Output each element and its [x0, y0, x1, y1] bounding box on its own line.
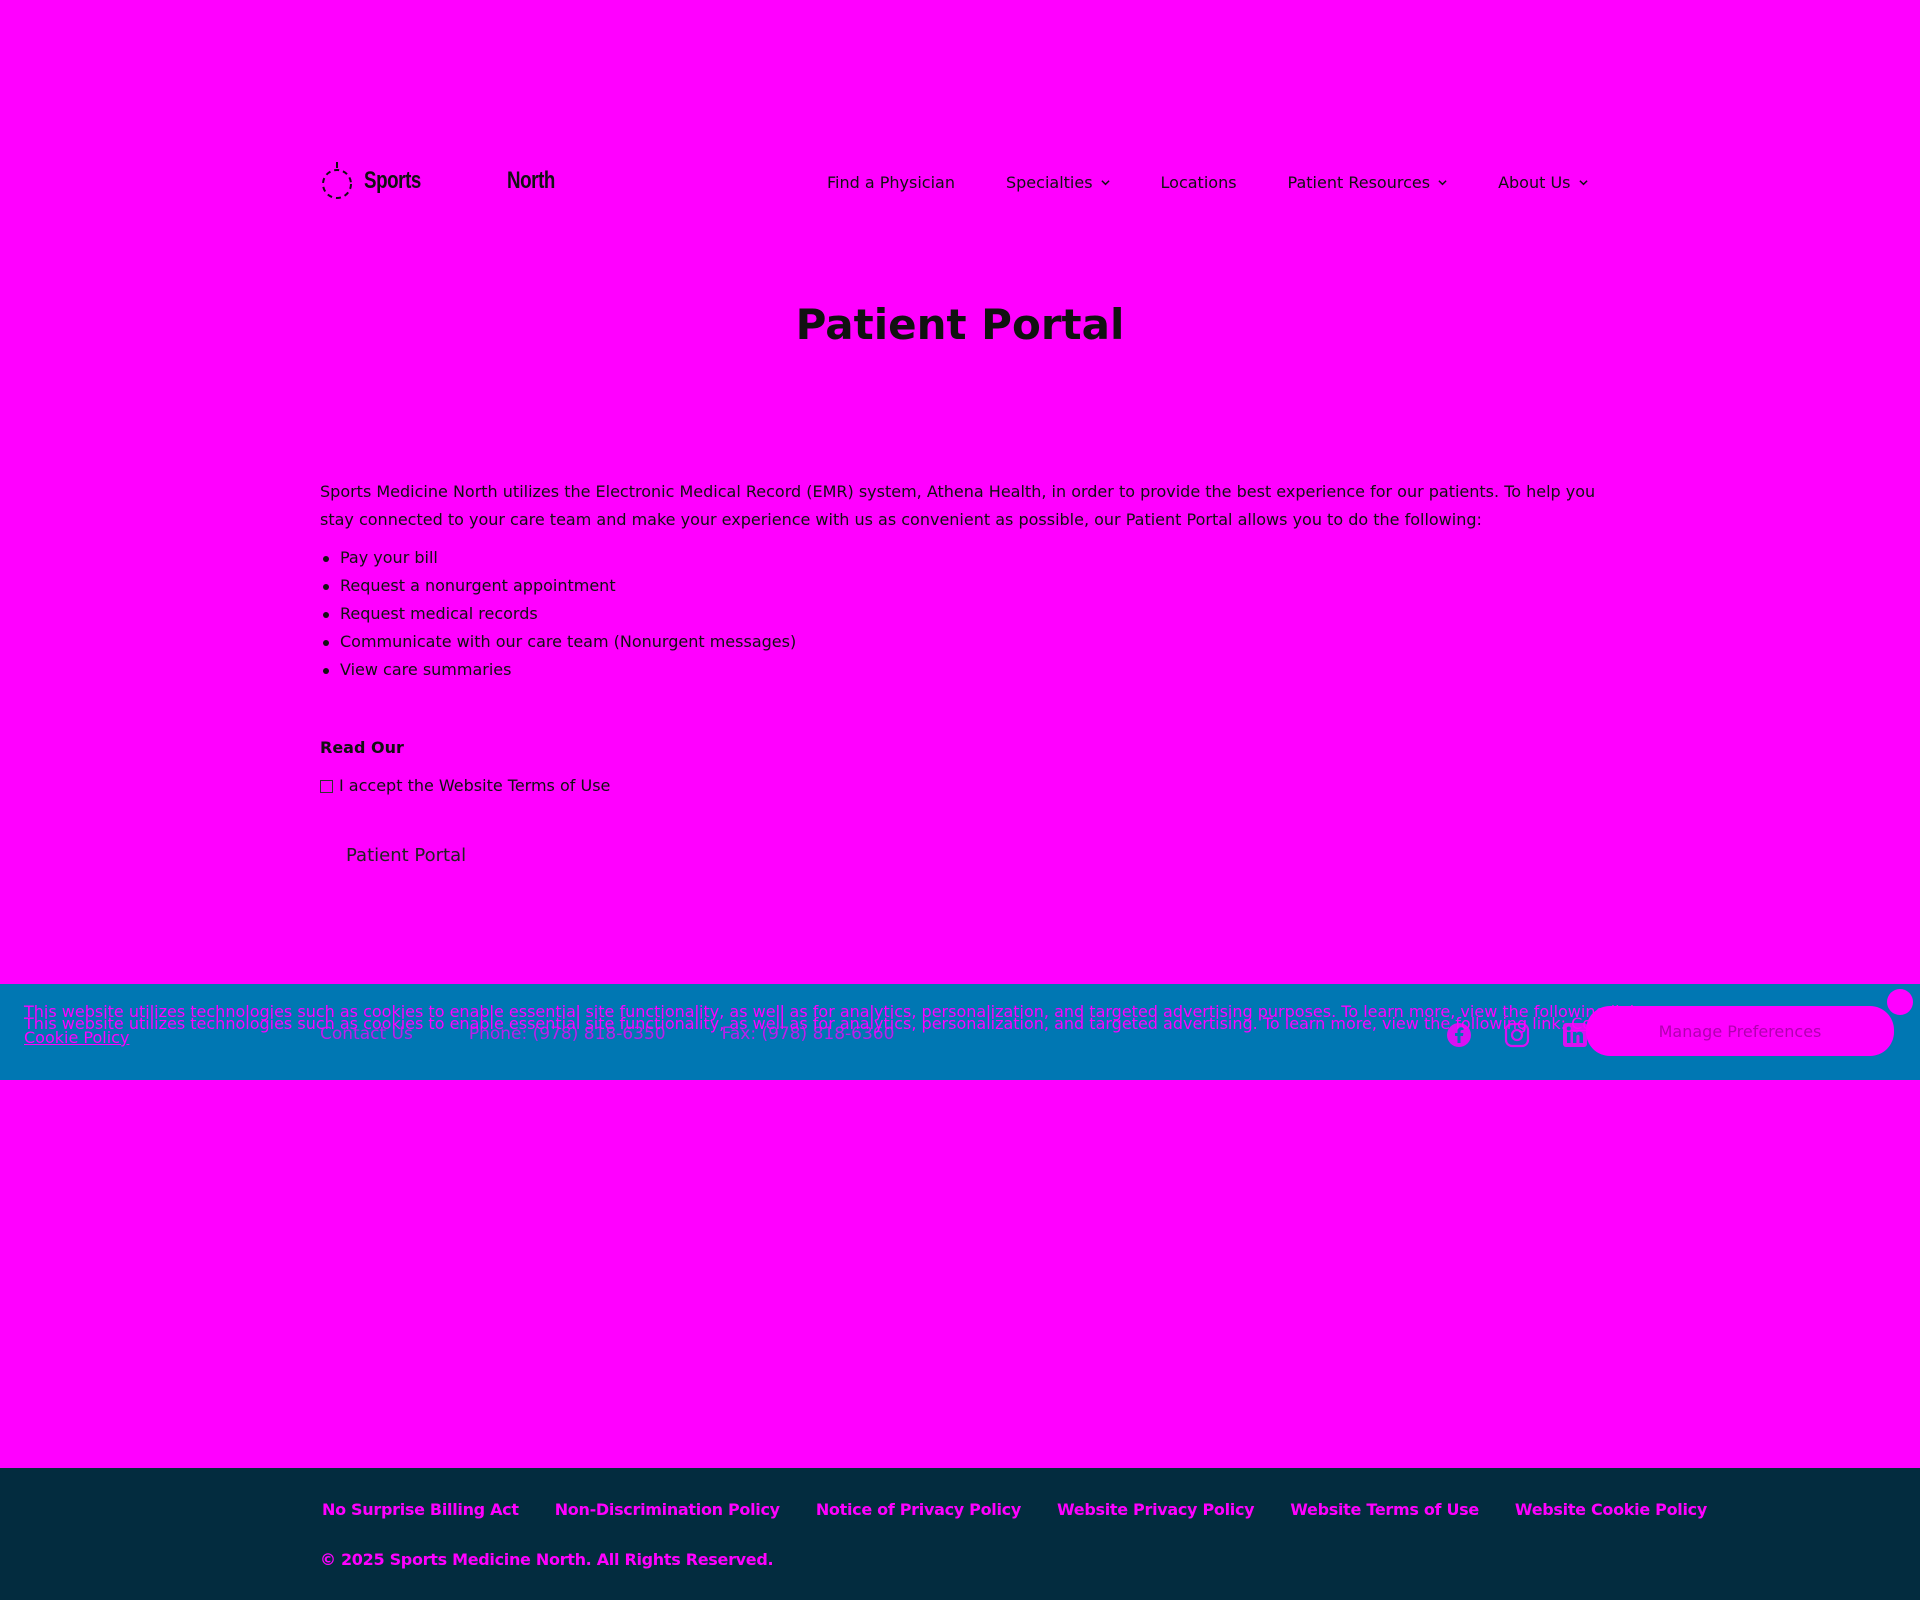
nav-item-patient-resources[interactable]: Patient Resources: [1288, 173, 1448, 192]
nav-item-specialties[interactable]: Specialties: [1006, 173, 1110, 192]
terms-accept-row: I accept the Website Terms of Use: [320, 772, 1600, 800]
footer-link-website-privacy[interactable]: Website Privacy Policy: [1057, 1500, 1255, 1519]
nav-item-label: About Us: [1498, 172, 1571, 192]
footer-link-non-discrimination[interactable]: Non-Discrimination Policy: [555, 1500, 780, 1519]
footer-link-terms-of-use[interactable]: Website Terms of Use: [1290, 1500, 1479, 1519]
chevron-down-icon: [1100, 179, 1110, 185]
chevron-down-icon: [1578, 179, 1588, 185]
manage-preferences-button[interactable]: Manage Preferences: [1586, 1006, 1894, 1056]
close-icon[interactable]: [1887, 989, 1913, 1015]
nav-item-find-physician[interactable]: Find a Physician: [827, 173, 955, 192]
nav-item-label: Locations: [1160, 172, 1237, 192]
cookie-policy-link[interactable]: Cookie Policy: [24, 1030, 1564, 1046]
terms-accept-label: I accept the Website Terms of Use: [339, 776, 611, 795]
read-our-heading: Read Our: [320, 738, 404, 757]
logo-word-sports: Sports: [364, 167, 421, 194]
footer-links: No Surprise Billing Act Non-Discriminati…: [322, 1500, 1743, 1519]
chevron-down-icon: [1438, 179, 1447, 185]
nav-item-label: Patient Resources: [1287, 172, 1431, 192]
copyright-text: © 2025 Sports Medicine North. All Rights…: [320, 1550, 774, 1569]
list-item: Communicate with our care team (Nonurgen…: [320, 628, 1600, 656]
nav-item-label: Specialties: [1005, 172, 1093, 192]
main-nav: Find a Physician Specialties Locations P…: [800, 170, 1588, 194]
patient-portal-button[interactable]: Patient Portal: [346, 842, 466, 870]
footer-link-no-surprise-billing[interactable]: No Surprise Billing Act: [322, 1500, 519, 1519]
list-item: Request a nonurgent appointment: [320, 572, 1600, 600]
footer-link-cookie-policy[interactable]: Website Cookie Policy: [1515, 1500, 1707, 1519]
main-content: Sports Medicine North utilizes the Elect…: [320, 478, 1600, 870]
list-item: Request medical records: [320, 600, 1600, 628]
terms-checkbox[interactable]: [320, 779, 333, 793]
nav-item-locations[interactable]: Locations: [1161, 173, 1237, 192]
list-item: View care summaries: [320, 656, 1600, 684]
cookie-banner-text: This website utilizes technologies such …: [24, 1004, 1677, 1046]
cookie-message-secondary-text: This website utilizes technologies such …: [24, 1014, 1566, 1033]
list-item: Pay your bill: [320, 544, 1600, 572]
logo-mark-icon: [322, 162, 352, 199]
intro-paragraph: Sports Medicine North utilizes the Elect…: [320, 482, 1596, 529]
page-title: Patient Portal: [795, 300, 1125, 349]
logo-word-north: North: [507, 167, 555, 194]
nav-item-label: Find a Physician: [827, 172, 955, 192]
site-logo[interactable]: Sports North: [320, 160, 560, 202]
site-footer: No Surprise Billing Act Non-Discriminati…: [0, 1468, 1920, 1600]
nav-item-about-us[interactable]: About Us: [1498, 172, 1588, 192]
footer-link-privacy-notice[interactable]: Notice of Privacy Policy: [816, 1500, 1021, 1519]
cookie-message-secondary: This website utilizes technologies such …: [24, 1016, 1677, 1032]
feature-list: Pay your bill Request a nonurgent appoin…: [320, 544, 1600, 684]
